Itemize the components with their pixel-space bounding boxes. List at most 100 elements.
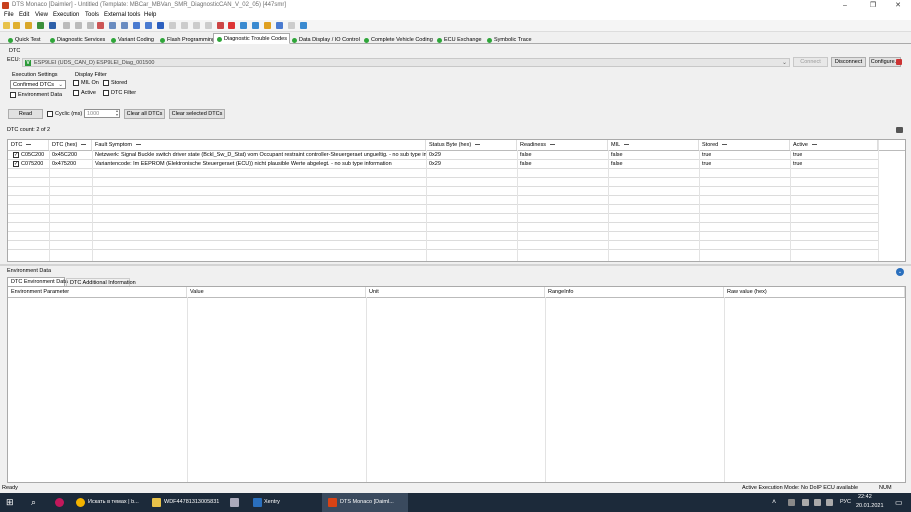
tab-variant-coding[interactable]: Variant Coding (107, 34, 157, 44)
monitor-icon[interactable] (252, 22, 259, 29)
copy-icon[interactable] (75, 22, 82, 29)
col-status-byte[interactable]: Status Byte (hex) (426, 140, 517, 150)
tab-symbolic-trace[interactable]: Symbolic Trace (483, 34, 535, 44)
pin-icon[interactable] (896, 59, 902, 65)
spinner-icon[interactable]: ▴ ▾ (116, 109, 118, 117)
clear-all-dtcs-button[interactable]: Clear all DTCs (124, 109, 165, 119)
table-icon[interactable] (109, 22, 116, 29)
paste-icon[interactable] (87, 22, 94, 29)
menu-view[interactable]: View (35, 12, 48, 18)
tool-taskbar-icon[interactable] (230, 498, 239, 507)
stop-icon[interactable] (157, 22, 164, 29)
xentry-icon[interactable] (253, 498, 262, 507)
tab-diagnostic-services[interactable]: Diagnostic Services (46, 34, 108, 44)
clear-selected-dtcs-button[interactable]: Clear selected DTCs (169, 109, 225, 119)
col-raw-value[interactable]: Raw value (hex) (724, 287, 905, 297)
folder-icon[interactable] (152, 498, 161, 507)
table-row[interactable]: ✓ C05C200 0x45C200 Netzwerk: Signal Buck… (8, 151, 905, 159)
taskbar-item-dts-monaco[interactable]: DTS Monaco [Daiml... (340, 493, 394, 512)
grid-icon[interactable] (121, 22, 128, 29)
col-stored[interactable]: Stored (699, 140, 790, 150)
chrome-icon[interactable] (76, 498, 85, 507)
dts-monaco-icon[interactable] (328, 498, 337, 507)
active-checkbox[interactable] (73, 90, 79, 96)
language-indicator[interactable]: РУС (840, 493, 851, 512)
read-button[interactable]: Read (8, 109, 43, 119)
battery-icon[interactable] (826, 499, 833, 506)
clock-time[interactable]: 22:42 (858, 494, 872, 500)
col-fault-symptom[interactable]: Fault Symptom (92, 140, 426, 150)
tab-dtc-additional-information[interactable]: DTC Additional Information (66, 278, 136, 286)
col-dtc-hex[interactable]: DTC (hex) (49, 140, 92, 150)
cyclic-interval-input[interactable]: 1000 ▴ ▾ (84, 109, 120, 118)
disconnect-button[interactable]: Disconnect (831, 57, 866, 67)
minimize-button[interactable]: – (832, 0, 858, 11)
collapse-icon[interactable]: ⌄ (896, 268, 904, 276)
col-active[interactable]: Active (790, 140, 878, 150)
tray-app-icon[interactable] (788, 499, 795, 506)
tab-ecu-exchange[interactable]: ECU Exchange (433, 34, 485, 44)
disabled-icon-4[interactable] (205, 22, 212, 29)
menu-tools[interactable]: Tools (85, 12, 99, 18)
ecu-icon[interactable] (133, 22, 140, 29)
new-icon[interactable] (3, 22, 10, 29)
menu-execution[interactable]: Execution (53, 12, 79, 18)
connect-button[interactable]: Connect (793, 57, 828, 67)
disabled-icon-1[interactable] (169, 22, 176, 29)
tab-quick-test[interactable]: Quick Test (4, 34, 44, 44)
tab-complete-vehicle-coding[interactable]: Complete Vehicle Coding (360, 34, 436, 44)
col-range-info[interactable]: RangeInfo (545, 287, 724, 297)
notifications-icon[interactable]: ▭ (895, 493, 903, 512)
open-folder-icon[interactable] (25, 22, 32, 29)
menu-edit[interactable]: Edit (19, 12, 29, 18)
start-icon[interactable]: ⊞ (6, 493, 14, 512)
panel-splitter[interactable] (0, 264, 911, 266)
search-icon[interactable]: ⌕ (31, 493, 36, 512)
taskbar-item-browser[interactable]: Искать в темах | b... (88, 493, 139, 512)
taskbar-item-folder[interactable]: WDF44781313005831 (164, 493, 219, 512)
help-icon[interactable] (300, 22, 307, 29)
taskbar-item-xentry[interactable]: Xentry (264, 493, 280, 512)
menu-external-tools[interactable]: External tools (104, 12, 140, 18)
menu-file[interactable]: File (4, 12, 14, 18)
tab-data-display[interactable]: Data Display / IO Control (288, 34, 363, 44)
tab-flash-programming[interactable]: Flash Programming (156, 34, 218, 44)
col-environment-parameter[interactable]: Environment Parameter (8, 287, 187, 297)
maximize-button[interactable]: ❐ (860, 0, 886, 11)
save-icon[interactable] (49, 22, 56, 29)
connect-icon[interactable] (145, 22, 152, 29)
col-dtc[interactable]: DTC (8, 140, 49, 150)
volume-icon[interactable] (814, 499, 821, 506)
stored-checkbox[interactable] (103, 80, 109, 86)
export-icon[interactable] (896, 127, 903, 133)
disabled-icon-3[interactable] (193, 22, 200, 29)
ecu-selector[interactable]: V ESP9LEI (UDS_CAN_D) ESP9LEI_Diag_00150… (22, 58, 790, 67)
refresh-icon[interactable] (37, 22, 44, 29)
tab-diagnostic-trouble-codes[interactable]: Diagnostic Trouble Codes (213, 33, 290, 44)
app-taskbar-icon[interactable] (55, 498, 64, 507)
coding-icon[interactable] (228, 22, 235, 29)
table-row[interactable]: ✓ C075200 0x475200 Variantencode: Im EEP… (8, 160, 905, 168)
network-icon[interactable] (802, 499, 809, 506)
close-button[interactable]: ✕ (885, 0, 911, 11)
col-value[interactable]: Value (187, 287, 366, 297)
tray-up-icon[interactable]: ˄ (772, 493, 776, 512)
delete-icon[interactable] (97, 22, 104, 29)
cyclic-checkbox[interactable] (47, 111, 53, 117)
environment-data-checkbox[interactable] (10, 92, 16, 98)
trace-icon[interactable] (240, 22, 247, 29)
execution-mode-select[interactable]: Confirmed DTCs ⌄ (10, 80, 66, 89)
clock-date[interactable]: 20.01.2021 (856, 503, 884, 509)
tab-dtc-environment-data[interactable]: DTC Environment Data (7, 277, 68, 286)
flash-icon[interactable] (264, 22, 271, 29)
disabled-icon-2[interactable] (181, 22, 188, 29)
col-readiness[interactable]: Readiness (517, 140, 608, 150)
disabled-icon-5[interactable] (288, 22, 295, 29)
col-unit[interactable]: Unit (366, 287, 545, 297)
dtc-filter-checkbox[interactable] (103, 90, 109, 96)
col-mil[interactable]: MIL (608, 140, 699, 150)
tool-icon[interactable] (217, 22, 224, 29)
cut-icon[interactable] (63, 22, 70, 29)
mil-on-checkbox[interactable] (73, 80, 79, 86)
menu-help[interactable]: Help (144, 12, 156, 18)
